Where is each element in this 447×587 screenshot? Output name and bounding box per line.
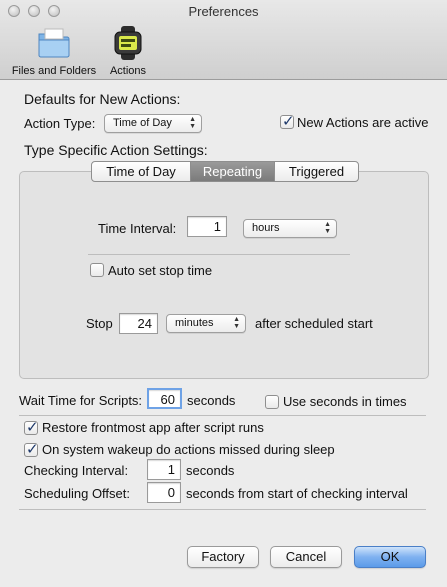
- restore-label: Restore frontmost app after script runs: [42, 420, 264, 435]
- tab-triggered[interactable]: Triggered: [274, 161, 359, 182]
- factory-button[interactable]: Factory: [187, 546, 259, 568]
- toolbar-item-label: Files and Folders: [11, 65, 97, 77]
- action-type-value: Time of Day: [113, 117, 172, 129]
- stop-unit-value: minutes: [175, 317, 214, 329]
- stop-unit-popup[interactable]: minutes ▲ ▼: [166, 314, 246, 333]
- time-interval-unit-value: hours: [252, 222, 280, 234]
- wait-time-field[interactable]: 60: [147, 388, 182, 409]
- scheduling-offset-label: Scheduling Offset:: [24, 486, 130, 501]
- section-divider: [19, 509, 426, 510]
- action-type-label: Action Type:: [24, 116, 96, 131]
- stop-suffix-label: after scheduled start: [255, 316, 373, 331]
- wait-time-label: Wait Time for Scripts:: [19, 393, 143, 408]
- tab-content-box: [19, 171, 429, 379]
- checkmark-icon: ✓: [26, 441, 39, 458]
- checkmark-icon: ✓: [282, 113, 295, 130]
- auto-stop-checkbox[interactable]: [90, 263, 104, 277]
- folder-icon: [38, 28, 70, 58]
- popup-arrows-icon: ▲ ▼: [189, 116, 196, 130]
- time-interval-field[interactable]: 1: [187, 216, 227, 237]
- tab-label: Time of Day: [106, 164, 176, 179]
- checking-interval-field[interactable]: 1: [147, 459, 181, 480]
- new-actions-active-label: New Actions are active: [297, 115, 429, 130]
- toolbar-item-label: Actions: [109, 65, 147, 77]
- toolbar: Preferences Files and Folders Actions: [0, 0, 447, 80]
- ok-button[interactable]: OK: [354, 546, 426, 568]
- checking-interval-suffix: seconds: [186, 463, 235, 478]
- preferences-window: Preferences Files and Folders Actions De…: [0, 0, 447, 587]
- auto-stop-label: Auto set stop time: [108, 263, 213, 278]
- time-interval-label: Time Interval:: [98, 221, 177, 236]
- watch-icon: [114, 26, 142, 60]
- checking-interval-label: Checking Interval:: [24, 463, 129, 478]
- tab-label: Triggered: [288, 164, 345, 179]
- action-type-popup[interactable]: Time of Day ▲ ▼: [104, 114, 202, 133]
- window-title: Preferences: [188, 4, 259, 19]
- use-seconds-label: Use seconds in times: [283, 394, 407, 409]
- defaults-heading: Defaults for New Actions:: [24, 91, 181, 107]
- scheduling-offset-suffix: seconds from start of checking interval: [186, 486, 408, 501]
- wakeup-label: On system wakeup do actions missed durin…: [42, 442, 335, 457]
- wakeup-checkbox[interactable]: ✓: [24, 441, 39, 458]
- use-seconds-checkbox[interactable]: [265, 395, 279, 409]
- tab-divider: [88, 254, 350, 255]
- new-actions-active-checkbox[interactable]: ✓: [280, 113, 295, 130]
- tab-repeating[interactable]: Repeating: [190, 161, 275, 182]
- tab-time-of-day[interactable]: Time of Day: [91, 161, 191, 182]
- type-specific-heading: Type Specific Action Settings:: [24, 142, 208, 158]
- checkmark-icon: ✓: [26, 419, 39, 436]
- stop-field[interactable]: 24: [119, 313, 158, 334]
- toolbar-item-files-and-folders[interactable]: Files and Folders: [8, 26, 100, 77]
- popup-arrows-icon: ▲ ▼: [233, 316, 240, 330]
- wait-time-suffix: seconds: [187, 393, 236, 408]
- section-divider: [19, 415, 426, 416]
- restore-checkbox[interactable]: ✓: [24, 419, 39, 436]
- time-interval-unit-popup[interactable]: hours ▲ ▼: [243, 219, 337, 238]
- popup-arrows-icon: ▲ ▼: [324, 221, 331, 235]
- scheduling-offset-field[interactable]: 0: [147, 482, 181, 503]
- cancel-button[interactable]: Cancel: [270, 546, 342, 568]
- tab-label: Repeating: [202, 164, 263, 179]
- stop-label: Stop: [86, 316, 113, 331]
- toolbar-item-actions[interactable]: Actions: [104, 26, 152, 77]
